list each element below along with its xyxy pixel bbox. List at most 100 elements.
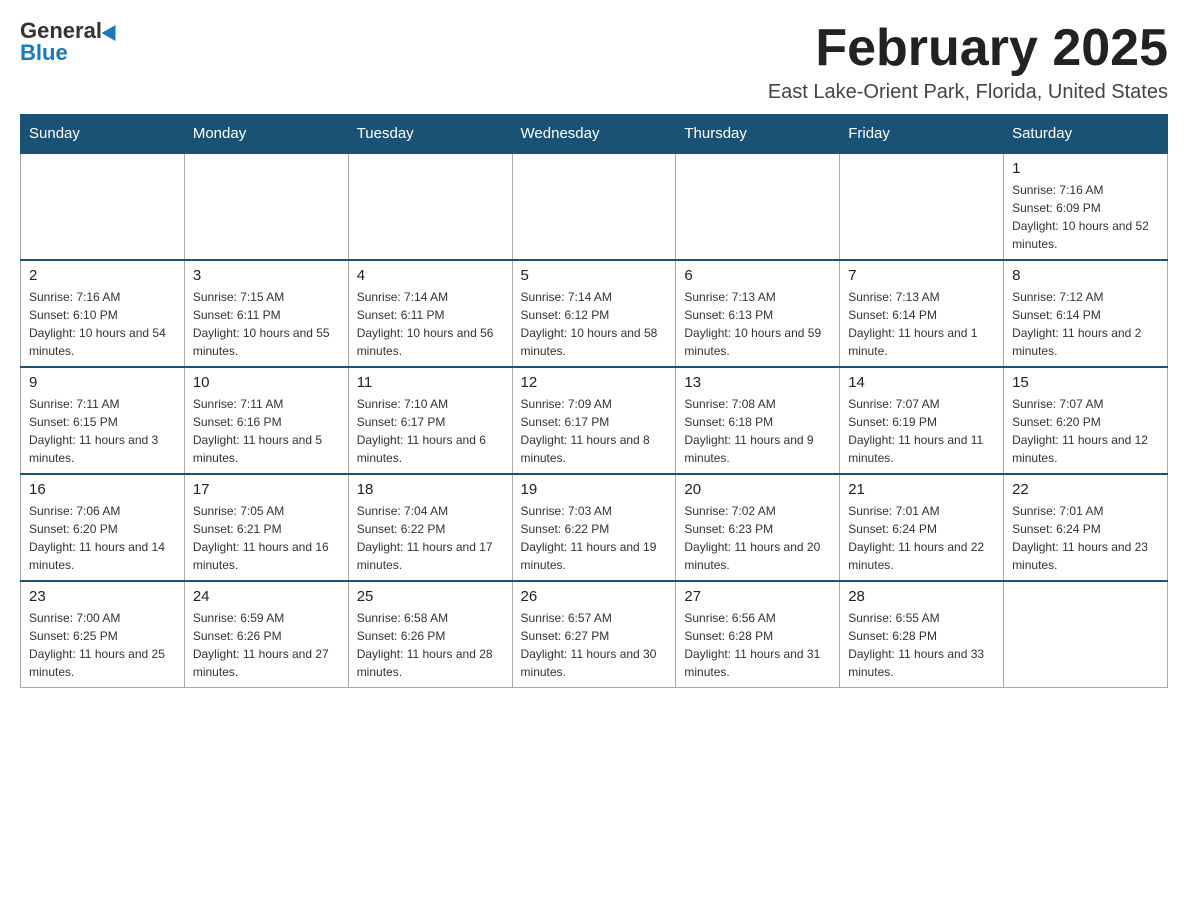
day-number: 20	[684, 481, 831, 498]
calendar-cell	[840, 153, 1004, 260]
day-info: Sunrise: 6:55 AM Sunset: 6:28 PM Dayligh…	[848, 609, 995, 681]
day-info: Sunrise: 6:58 AM Sunset: 6:26 PM Dayligh…	[357, 609, 504, 681]
calendar-cell: 3 Sunrise: 7:15 AM Sunset: 6:11 PM Daylig…	[184, 260, 348, 367]
day-info: Sunrise: 7:00 AM Sunset: 6:25 PM Dayligh…	[29, 609, 176, 681]
day-number: 23	[29, 588, 176, 605]
day-number: 4	[357, 267, 504, 284]
day-number: 3	[193, 267, 340, 284]
subtitle: East Lake-Orient Park, Florida, United S…	[768, 81, 1168, 104]
day-number: 14	[848, 374, 995, 391]
day-number: 1	[1012, 160, 1159, 177]
day-number: 12	[521, 374, 668, 391]
calendar-cell	[676, 153, 840, 260]
calendar-cell	[348, 153, 512, 260]
day-info: Sunrise: 7:10 AM Sunset: 6:17 PM Dayligh…	[357, 395, 504, 467]
calendar-cell: 6 Sunrise: 7:13 AM Sunset: 6:13 PM Daylig…	[676, 260, 840, 367]
day-number: 13	[684, 374, 831, 391]
calendar-cell: 12 Sunrise: 7:09 AM Sunset: 6:17 PM Dayli…	[512, 367, 676, 474]
calendar-cell: 20 Sunrise: 7:02 AM Sunset: 6:23 PM Dayli…	[676, 474, 840, 581]
day-info: Sunrise: 7:03 AM Sunset: 6:22 PM Dayligh…	[521, 502, 668, 574]
day-number: 27	[684, 588, 831, 605]
day-number: 28	[848, 588, 995, 605]
day-info: Sunrise: 6:57 AM Sunset: 6:27 PM Dayligh…	[521, 609, 668, 681]
week-row-2: 2 Sunrise: 7:16 AM Sunset: 6:10 PM Daylig…	[21, 260, 1168, 367]
logo: General Blue	[20, 20, 120, 64]
calendar-cell	[512, 153, 676, 260]
calendar-cell: 19 Sunrise: 7:03 AM Sunset: 6:22 PM Dayli…	[512, 474, 676, 581]
day-info: Sunrise: 6:56 AM Sunset: 6:28 PM Dayligh…	[684, 609, 831, 681]
day-info: Sunrise: 6:59 AM Sunset: 6:26 PM Dayligh…	[193, 609, 340, 681]
day-info: Sunrise: 7:13 AM Sunset: 6:13 PM Dayligh…	[684, 288, 831, 360]
weekday-header-monday: Monday	[184, 115, 348, 154]
weekday-header-row: SundayMondayTuesdayWednesdayThursdayFrid…	[21, 115, 1168, 154]
page-title: February 2025	[768, 20, 1168, 77]
day-number: 16	[29, 481, 176, 498]
day-info: Sunrise: 7:01 AM Sunset: 6:24 PM Dayligh…	[848, 502, 995, 574]
week-row-5: 23 Sunrise: 7:00 AM Sunset: 6:25 PM Dayli…	[21, 581, 1168, 688]
weekday-header-tuesday: Tuesday	[348, 115, 512, 154]
calendar-cell: 13Sunrise: 7:08 AM Sunset: 6:18 PM Dayli…	[676, 367, 840, 474]
day-number: 19	[521, 481, 668, 498]
day-info: Sunrise: 7:13 AM Sunset: 6:14 PM Dayligh…	[848, 288, 995, 360]
day-info: Sunrise: 7:09 AM Sunset: 6:17 PM Dayligh…	[521, 395, 668, 467]
logo-triangle-icon	[102, 21, 123, 41]
day-info: Sunrise: 7:04 AM Sunset: 6:22 PM Dayligh…	[357, 502, 504, 574]
calendar-cell: 11 Sunrise: 7:10 AM Sunset: 6:17 PM Dayli…	[348, 367, 512, 474]
weekday-header-wednesday: Wednesday	[512, 115, 676, 154]
calendar-cell: 23 Sunrise: 7:00 AM Sunset: 6:25 PM Dayli…	[21, 581, 185, 688]
logo-blue: Blue	[20, 42, 68, 64]
weekday-header-friday: Friday	[840, 115, 1004, 154]
calendar-cell: 9 Sunrise: 7:11 AM Sunset: 6:15 PM Daylig…	[21, 367, 185, 474]
day-number: 6	[684, 267, 831, 284]
calendar-cell: 7Sunrise: 7:13 AM Sunset: 6:14 PM Daylig…	[840, 260, 1004, 367]
day-info: Sunrise: 7:01 AM Sunset: 6:24 PM Dayligh…	[1012, 502, 1159, 574]
calendar-cell: 15 Sunrise: 7:07 AM Sunset: 6:20 PM Dayli…	[1004, 367, 1168, 474]
day-info: Sunrise: 7:12 AM Sunset: 6:14 PM Dayligh…	[1012, 288, 1159, 360]
calendar-cell: 8 Sunrise: 7:12 AM Sunset: 6:14 PM Daylig…	[1004, 260, 1168, 367]
title-section: February 2025 East Lake-Orient Park, Flo…	[768, 20, 1168, 104]
day-info: Sunrise: 7:11 AM Sunset: 6:16 PM Dayligh…	[193, 395, 340, 467]
day-number: 8	[1012, 267, 1159, 284]
day-number: 5	[521, 267, 668, 284]
week-row-1: 1 Sunrise: 7:16 AM Sunset: 6:09 PM Daylig…	[21, 153, 1168, 260]
calendar-cell: 21 Sunrise: 7:01 AM Sunset: 6:24 PM Dayli…	[840, 474, 1004, 581]
calendar-cell	[21, 153, 185, 260]
day-info: Sunrise: 7:07 AM Sunset: 6:19 PM Dayligh…	[848, 395, 995, 467]
calendar-cell: 28 Sunrise: 6:55 AM Sunset: 6:28 PM Dayli…	[840, 581, 1004, 688]
day-number: 9	[29, 374, 176, 391]
day-info: Sunrise: 7:06 AM Sunset: 6:20 PM Dayligh…	[29, 502, 176, 574]
day-number: 21	[848, 481, 995, 498]
calendar-cell: 24 Sunrise: 6:59 AM Sunset: 6:26 PM Dayli…	[184, 581, 348, 688]
day-info: Sunrise: 7:02 AM Sunset: 6:23 PM Dayligh…	[684, 502, 831, 574]
day-number: 22	[1012, 481, 1159, 498]
day-number: 17	[193, 481, 340, 498]
calendar-cell: 5Sunrise: 7:14 AM Sunset: 6:12 PM Daylig…	[512, 260, 676, 367]
calendar-cell: 2 Sunrise: 7:16 AM Sunset: 6:10 PM Daylig…	[21, 260, 185, 367]
calendar-cell: 22 Sunrise: 7:01 AM Sunset: 6:24 PM Dayli…	[1004, 474, 1168, 581]
day-info: Sunrise: 7:11 AM Sunset: 6:15 PM Dayligh…	[29, 395, 176, 467]
day-info: Sunrise: 7:16 AM Sunset: 6:10 PM Dayligh…	[29, 288, 176, 360]
weekday-header-thursday: Thursday	[676, 115, 840, 154]
calendar-cell: 25 Sunrise: 6:58 AM Sunset: 6:26 PM Dayli…	[348, 581, 512, 688]
page-header: General Blue February 2025 East Lake-Ori…	[20, 20, 1168, 104]
calendar-cell: 14 Sunrise: 7:07 AM Sunset: 6:19 PM Dayli…	[840, 367, 1004, 474]
day-number: 25	[357, 588, 504, 605]
calendar-cell: 27 Sunrise: 6:56 AM Sunset: 6:28 PM Dayli…	[676, 581, 840, 688]
calendar-cell: 18 Sunrise: 7:04 AM Sunset: 6:22 PM Dayli…	[348, 474, 512, 581]
day-number: 18	[357, 481, 504, 498]
day-number: 24	[193, 588, 340, 605]
weekday-header-sunday: Sunday	[21, 115, 185, 154]
calendar-cell: 26Sunrise: 6:57 AM Sunset: 6:27 PM Dayli…	[512, 581, 676, 688]
day-info: Sunrise: 7:14 AM Sunset: 6:11 PM Dayligh…	[357, 288, 504, 360]
day-info: Sunrise: 7:15 AM Sunset: 6:11 PM Dayligh…	[193, 288, 340, 360]
day-info: Sunrise: 7:16 AM Sunset: 6:09 PM Dayligh…	[1012, 181, 1159, 253]
logo-general: General	[20, 20, 102, 42]
day-number: 11	[357, 374, 504, 391]
week-row-3: 9 Sunrise: 7:11 AM Sunset: 6:15 PM Daylig…	[21, 367, 1168, 474]
day-number: 15	[1012, 374, 1159, 391]
week-row-4: 16 Sunrise: 7:06 AM Sunset: 6:20 PM Dayli…	[21, 474, 1168, 581]
day-info: Sunrise: 7:07 AM Sunset: 6:20 PM Dayligh…	[1012, 395, 1159, 467]
day-number: 2	[29, 267, 176, 284]
calendar-table: SundayMondayTuesdayWednesdayThursdayFrid…	[20, 114, 1168, 688]
day-number: 10	[193, 374, 340, 391]
